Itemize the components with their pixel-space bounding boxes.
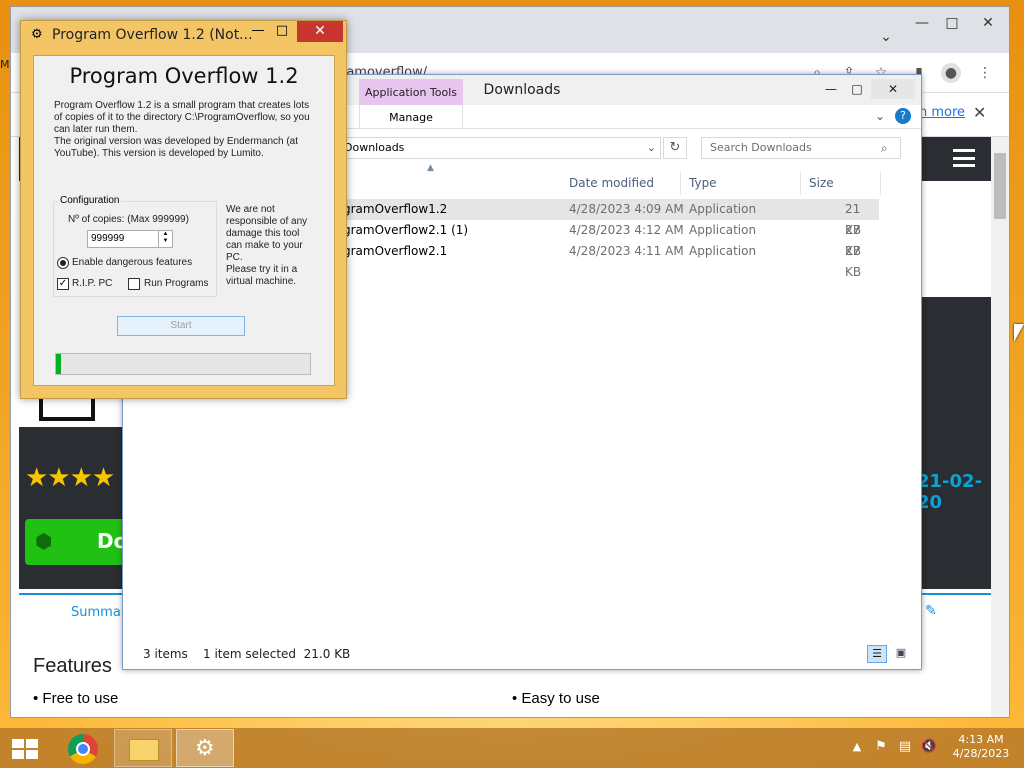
chrome-icon (68, 734, 98, 764)
windows-logo-icon (12, 739, 38, 759)
file-name: gramOverflow2.1 (1) (343, 223, 469, 237)
disclaimer-text: We are not responsible of any damage thi… (226, 204, 308, 287)
taskbar-explorer-button[interactable] (114, 729, 172, 767)
file-type: Application (689, 223, 757, 237)
run-programs-label: Run Programs (144, 278, 209, 289)
info-learn-more-link[interactable]: n more (919, 105, 965, 120)
info-bar-close-icon[interactable]: ✕ (973, 103, 986, 122)
file-date: 4/28/2023 4:09 AM (569, 202, 684, 216)
copies-label: Nº of copies: (Max 999999) (68, 214, 189, 225)
feature-item: • Easy to use (512, 690, 600, 707)
tab-search-chevron-icon[interactable]: ⌄ (871, 29, 901, 49)
program-description: Program Overflow 1.2 is a small program … (54, 100, 310, 159)
address-field[interactable]: Downloads ⌄ (337, 137, 661, 159)
network-icon[interactable]: ▤ (896, 740, 914, 754)
file-type: Application (689, 244, 757, 258)
po-maximize-button[interactable]: □ (271, 23, 293, 38)
explorer-maximize-button[interactable]: □ (845, 79, 869, 99)
spinner-arrows-icon[interactable]: ▲ ▼ (158, 231, 172, 247)
page-scrollbar[interactable] (991, 137, 1009, 717)
file-row[interactable]: gramOverflow2.1 4/28/2023 4:11 AM Applic… (337, 241, 879, 279)
mouse-cursor-icon (1014, 324, 1024, 342)
download-button[interactable]: ⬢ Do (25, 519, 127, 565)
clock-time: 4:13 AM (958, 733, 1004, 746)
configuration-label: Configuration (58, 195, 122, 206)
search-downloads-input[interactable]: Search Downloads (701, 137, 901, 159)
browser-close-button[interactable]: ✕ (973, 15, 1003, 35)
column-header-size[interactable]: Size (803, 171, 881, 195)
details-view-icon[interactable]: ☰ (867, 645, 887, 663)
dangerous-features-radio[interactable] (57, 257, 69, 269)
program-overflow-app-icon: ⚙ (31, 27, 43, 42)
taskbar-chrome-button[interactable] (54, 729, 112, 767)
show-hidden-icons-chevron[interactable]: ▲ (850, 740, 864, 754)
ribbon-tab-manage[interactable]: Manage (359, 105, 463, 129)
tab-summary[interactable]: Summar (71, 605, 126, 620)
menu-dots-icon[interactable]: ⋮ (975, 63, 995, 83)
file-row[interactable]: gramOverflow1.2 4/28/2023 4:09 AM Applic… (337, 199, 879, 237)
browser-minimize-button[interactable]: — (907, 15, 937, 35)
desktop-edge-text: M (0, 58, 10, 71)
copies-spinner-input[interactable]: 999999 ▲ ▼ (87, 230, 173, 248)
program-overflow-title: Program Overflow 1.2 (Not... (52, 27, 253, 43)
file-date: 4/28/2023 4:12 AM (569, 223, 684, 237)
browser-maximize-button[interactable]: □ (937, 15, 967, 35)
explorer-minimize-button[interactable]: — (819, 79, 843, 99)
file-size: 27 KB (845, 244, 862, 279)
selection-info: 1 item selected 21.0 KB (203, 647, 351, 661)
search-icon: ⌕ (881, 141, 888, 155)
start-menu-button[interactable] (0, 729, 50, 767)
dangerous-features-label: Enable dangerous features (72, 257, 193, 268)
flag-icon[interactable]: ⚑ (872, 740, 890, 754)
clock[interactable]: 4:13 AM 4/28/2023 (946, 733, 1016, 761)
column-header-date[interactable]: Date modified (563, 171, 681, 195)
file-type: Application (689, 202, 757, 216)
page-scrollbar-thumb[interactable] (994, 153, 1006, 219)
copy-progress-bar (55, 353, 311, 375)
file-explorer-icon (129, 739, 159, 761)
sort-arrow-icon: ▲ (427, 163, 434, 173)
help-icon[interactable]: ? (895, 108, 911, 124)
feature-item: • Free to use (33, 690, 119, 707)
release-date-fragment: 21-02-20 (917, 471, 983, 513)
edit-icon[interactable]: ✎ (925, 603, 937, 619)
file-date: 4/28/2023 4:11 AM (569, 244, 684, 258)
explorer-status-bar: 3 items 1 item selected 21.0 KB ☰ ▣ (123, 641, 921, 669)
volume-muted-icon[interactable]: 🔇 (920, 740, 938, 754)
explorer-close-button[interactable]: ✕ (871, 79, 915, 99)
rip-pc-checkbox[interactable]: ✓ (57, 278, 69, 290)
taskbar-program-overflow-button[interactable]: ⚙ (176, 729, 234, 767)
run-programs-checkbox[interactable] (128, 278, 140, 290)
configuration-group: Configuration Nº of copies: (Max 999999)… (53, 195, 217, 297)
program-overflow-window: ⚙ Program Overflow 1.2 (Not... — □ ✕ Pro… (20, 20, 347, 399)
column-header-type[interactable]: Type (683, 171, 801, 195)
features-heading: Features (33, 655, 112, 677)
item-count: 3 items (143, 647, 188, 661)
program-heading: Program Overflow 1.2 (69, 64, 299, 88)
rating-stars: ★★★★ (25, 463, 115, 493)
hamburger-menu-icon[interactable] (953, 149, 975, 167)
po-minimize-button[interactable]: — (247, 23, 269, 38)
start-button[interactable]: Start (117, 316, 245, 336)
copy-progress-fill (56, 354, 62, 374)
refresh-icon[interactable]: ↻ (663, 137, 687, 159)
program-overflow-body: Program Overflow 1.2 Program Overflow 1.… (33, 55, 335, 386)
ribbon-expand-chevron-icon[interactable]: ⌄ (875, 109, 885, 123)
profile-avatar-icon[interactable]: ● (941, 63, 961, 83)
program-overflow-icon: ⚙ (195, 736, 215, 761)
download-shield-icon: ⬢ (35, 529, 53, 553)
file-name: gramOverflow1.2 (343, 202, 448, 216)
file-row[interactable]: gramOverflow2.1 (1) 4/28/2023 4:12 AM Ap… (337, 220, 879, 258)
rip-pc-label: R.I.P. PC (72, 278, 113, 289)
file-name: gramOverflow2.1 (343, 244, 448, 258)
taskbar: ⚙ ▲ ⚑ ▤ 🔇 4:13 AM 4/28/2023 (0, 728, 1024, 768)
application-tools-tab[interactable]: Application Tools (359, 79, 463, 105)
po-close-button[interactable]: ✕ (297, 21, 343, 42)
address-history-chevron-icon[interactable]: ⌄ (647, 138, 656, 158)
clock-date: 4/28/2023 (952, 747, 1010, 760)
thumbnail-view-icon[interactable]: ▣ (891, 645, 911, 663)
